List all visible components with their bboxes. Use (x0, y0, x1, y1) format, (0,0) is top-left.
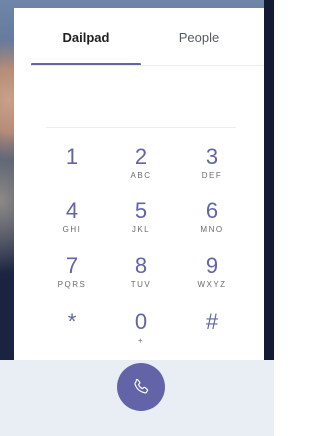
key-digit: 7 (65, 253, 79, 278)
key-2[interactable]: 2 ABC (111, 145, 171, 195)
key-letters (42, 336, 102, 346)
key-digit: 5 (134, 198, 148, 223)
key-digit: 6 (205, 198, 219, 223)
key-letters: TUV (130, 280, 152, 289)
key-letters: JKL (131, 225, 151, 234)
key-7[interactable]: 7 PQRS (42, 254, 102, 304)
key-letters (182, 336, 242, 346)
key-digit: 0 (134, 309, 148, 334)
key-digit: 8 (134, 253, 148, 278)
key-digit: 1 (65, 144, 79, 169)
key-letters: + (137, 336, 145, 345)
key-star[interactable]: * (42, 310, 102, 360)
dialpad-panel: Dailpad People 1 2 ABC 3 DEF 4 GHI 5 JKL… (14, 8, 264, 360)
key-4[interactable]: 4 GHI (42, 199, 102, 249)
key-letters: MNO (200, 225, 224, 234)
key-5[interactable]: 5 JKL (111, 199, 171, 249)
key-1[interactable]: 1 (42, 145, 102, 195)
key-digit: 3 (205, 144, 219, 169)
app-screen: Dailpad People 1 2 ABC 3 DEF 4 GHI 5 JKL… (0, 0, 274, 436)
key-hash[interactable]: # (182, 310, 242, 360)
call-button[interactable] (117, 363, 165, 411)
key-digit: 2 (134, 144, 148, 169)
key-6[interactable]: 6 MNO (182, 199, 242, 249)
phone-icon (134, 378, 149, 394)
key-3[interactable]: 3 DEF (182, 145, 242, 195)
key-letters: ABC (130, 171, 152, 180)
key-0[interactable]: 0 + (111, 310, 171, 360)
key-digit: 4 (65, 198, 79, 223)
keypad: 1 2 ABC 3 DEF 4 GHI 5 JKL 6 MNO 7 PQRS 8… (14, 8, 264, 360)
key-digit: 9 (205, 253, 219, 278)
key-letters: GHI (62, 225, 82, 234)
key-letters: PQRS (57, 280, 87, 289)
key-letters: DEF (201, 171, 223, 180)
key-8[interactable]: 8 TUV (111, 254, 171, 304)
key-digit: * (67, 309, 77, 334)
key-letters (42, 171, 102, 181)
key-digit: # (205, 309, 219, 334)
key-letters: WXYZ (197, 280, 227, 289)
key-9[interactable]: 9 WXYZ (182, 254, 242, 304)
